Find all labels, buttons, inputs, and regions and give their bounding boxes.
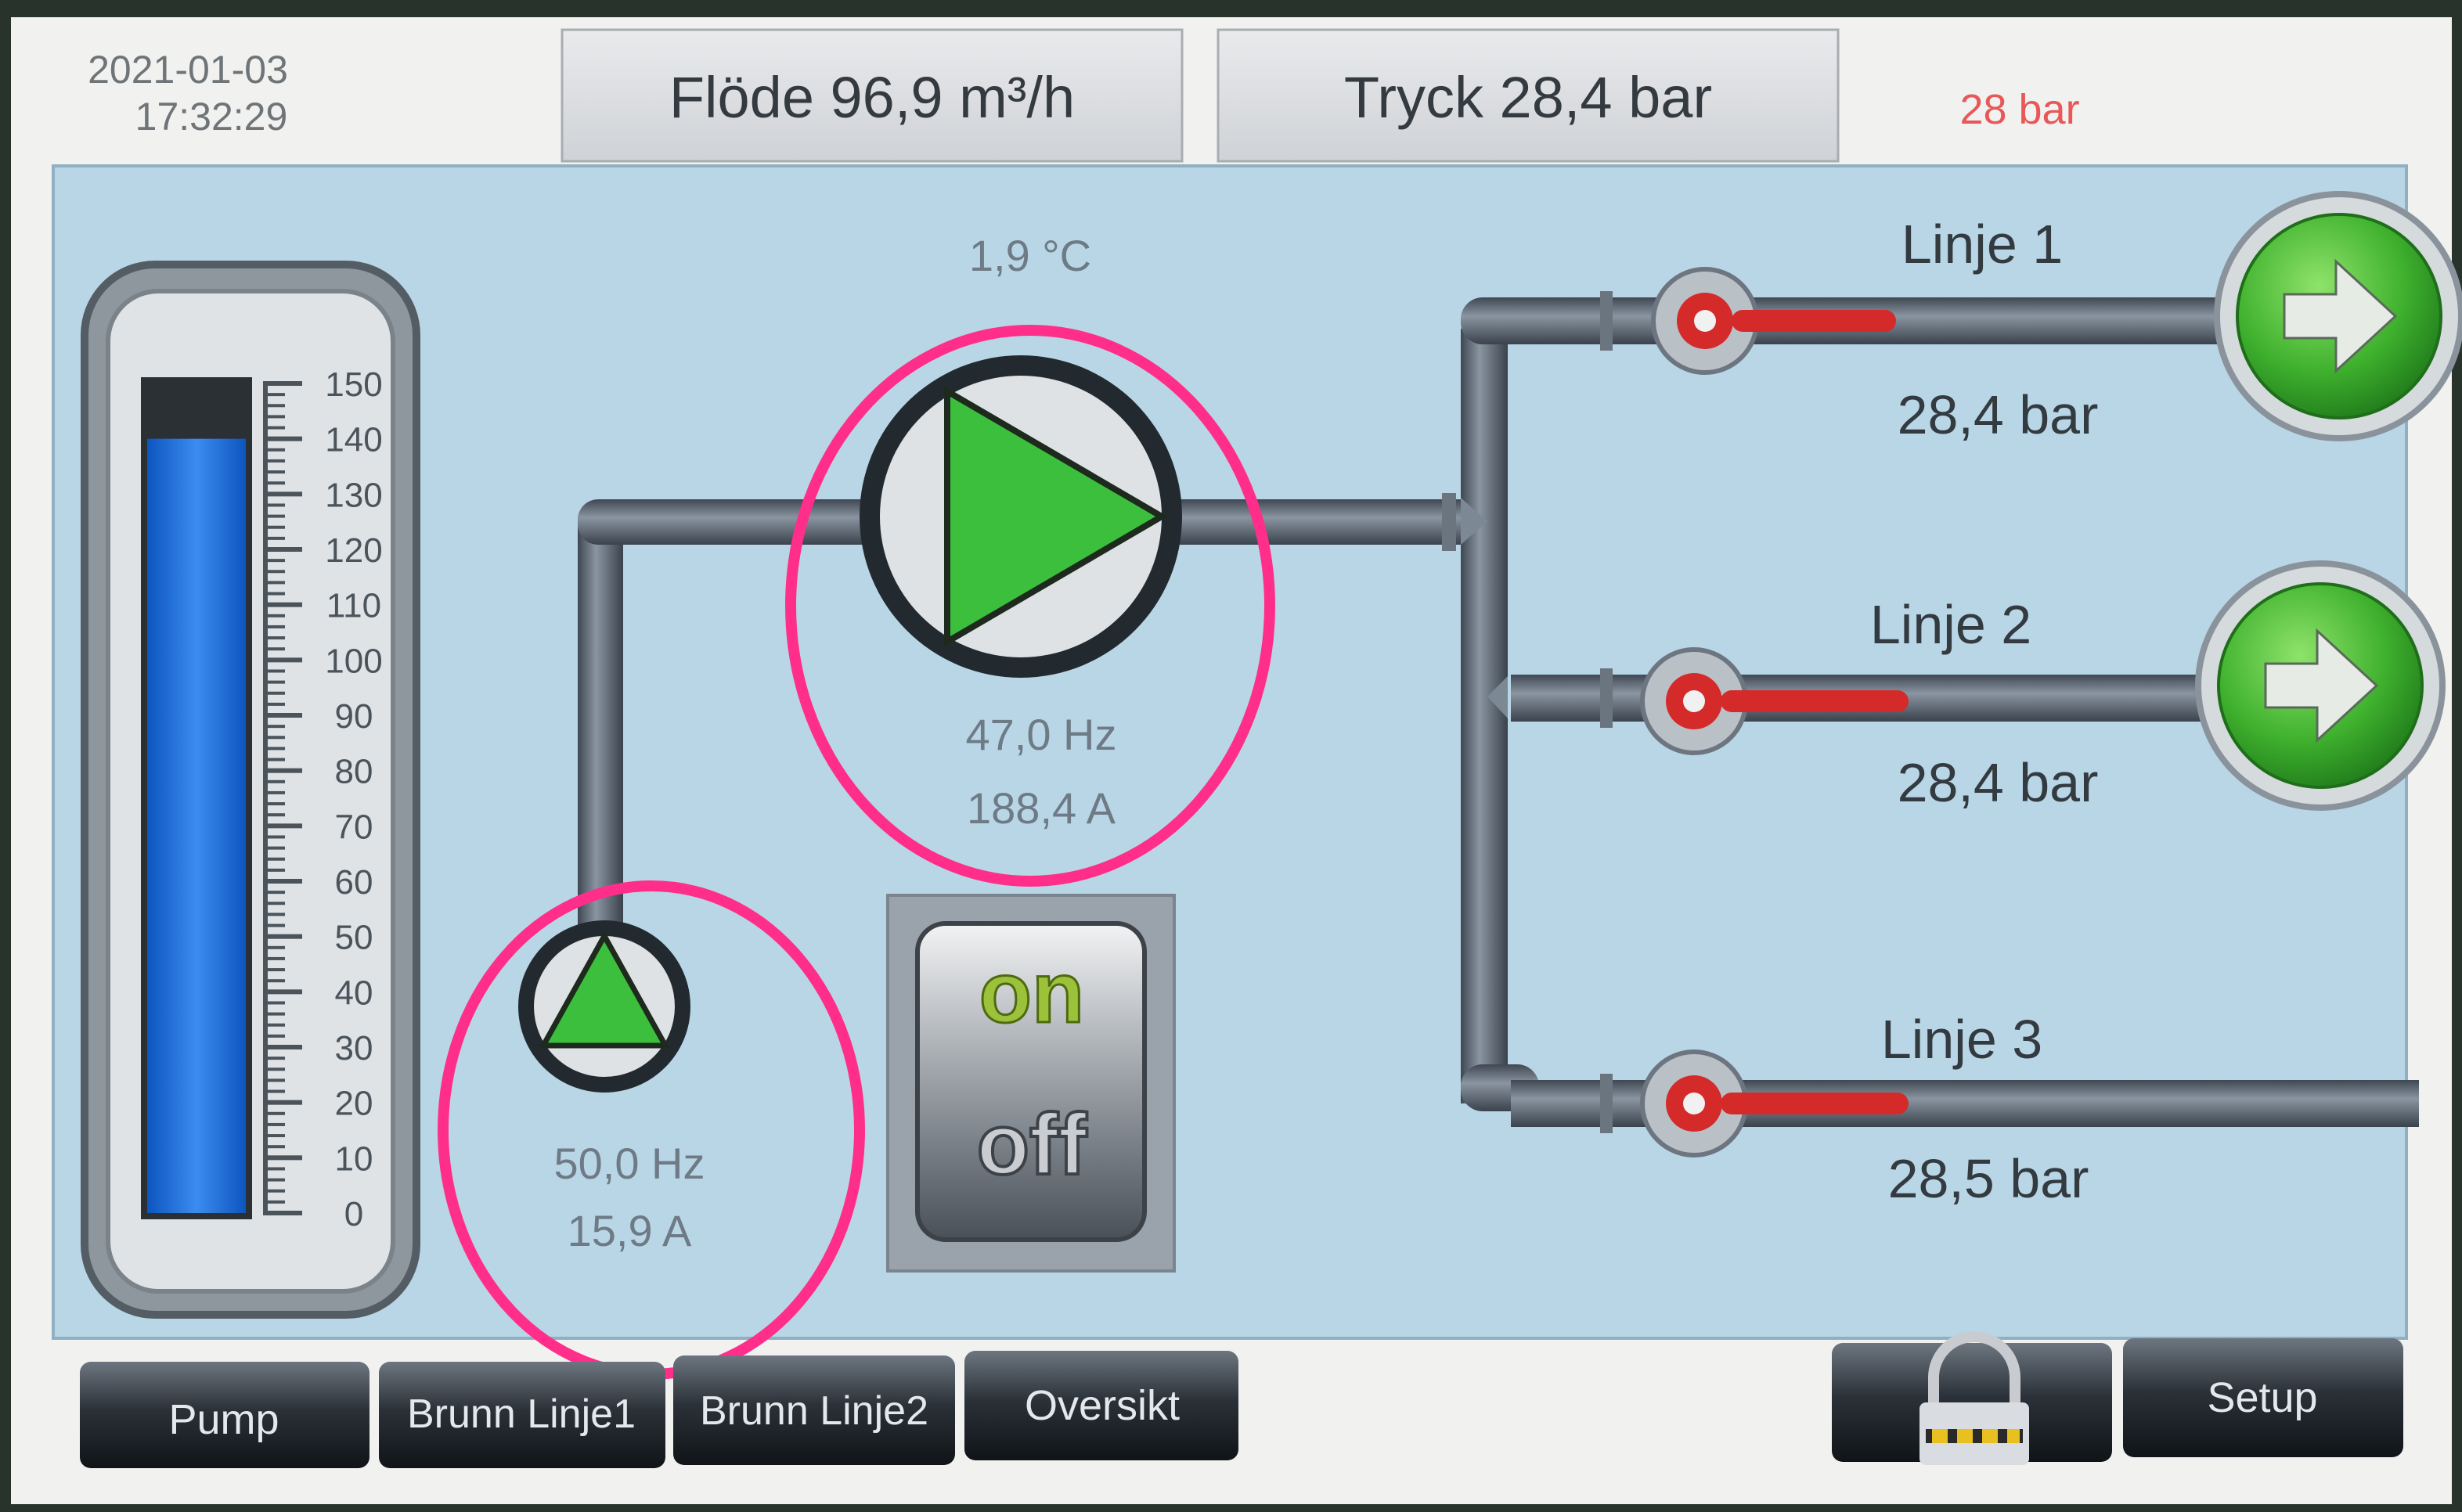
switch-off-label[interactable]: off [975,1095,1089,1194]
main-pump-temperature: 1,9 °C [969,231,1091,280]
valve-3-handle[interactable] [1721,1093,1909,1114]
line-2-label: Linje 2 [1870,594,2031,655]
tank-scale-label: 80 [335,753,373,791]
tank-scale-label: 40 [335,974,373,1012]
tank-scale-label: 50 [335,919,373,957]
main-pump-frequency: 47,0 Hz [966,710,1117,759]
tank-scale-label: 140 [325,421,382,459]
tab-brunn-linje1-label: Brunn Linje1 [407,1391,636,1437]
hmi-screen: 2021-01-03 17:32:29 Flöde 96,9 m³/h Tryc… [0,0,2462,1512]
header-date: 2021-01-03 [88,48,288,92]
well-pump-frequency: 50,0 Hz [554,1139,705,1188]
tank-scale-major-tick [263,1211,302,1215]
pressure-setpoint[interactable]: 28 bar [1959,86,2079,133]
tab-brunn-linje2-label: Brunn Linje2 [700,1388,928,1434]
tank-scale-label: 10 [335,1139,373,1178]
tank-scale-label: 20 [335,1085,373,1123]
setup-button[interactable]: Setup [2123,1338,2403,1457]
tank-water-fill [147,438,246,1213]
line-1-go-button[interactable] [2214,191,2462,441]
tank-scale-label: 130 [325,476,382,514]
line-1-pressure: 28,4 bar [1898,384,2099,445]
tank-scale-major-tick [263,1100,302,1105]
tank-scale-major-tick [263,713,302,718]
tank-scale-label: 150 [325,365,382,404]
tank-scale-major-tick [263,1045,302,1049]
line-2-go-button[interactable] [2195,560,2446,811]
tank-scale-label: 30 [335,1029,373,1067]
lock-button[interactable] [1832,1331,2112,1465]
tank-scale-major-tick [263,1155,302,1161]
tab-pump[interactable]: Pump [80,1362,369,1468]
main-pump-current: 188,4 A [967,783,1116,833]
tank-scale-major-tick [263,491,302,497]
flow-readout: Flöde 96,9 m³/h [669,65,1075,130]
header-time: 17:32:29 [135,95,288,139]
tank-scale-label: 60 [335,863,373,902]
tank-scale-major-tick [263,768,302,773]
tank-scale-major-tick [263,989,302,995]
on-off-switch[interactable]: on off [886,894,1176,1273]
tank-scale-spine [263,383,268,1213]
well-pump-current: 15,9 A [568,1206,692,1255]
line-3-label: Linje 3 [1881,1009,2042,1070]
setup-button-label: Setup [2207,1374,2317,1421]
tab-oversikt-label: Oversikt [1025,1382,1180,1429]
valve-2-handle[interactable] [1721,690,1909,712]
tank-scale-major-tick [263,547,302,552]
tab-brunn-linje1[interactable]: Brunn Linje1 [379,1362,665,1468]
tab-pump-label: Pump [168,1396,279,1443]
tank-scale-major-tick [263,381,302,386]
tank-scale-label: 110 [326,587,381,625]
tank-scale-label: 120 [325,531,382,570]
tank-scale-major-tick [263,823,302,829]
line-3-pressure: 28,5 bar [1888,1148,2089,1209]
tab-brunn-linje2[interactable]: Brunn Linje2 [673,1355,955,1465]
valve-1-handle[interactable] [1732,310,1896,332]
tank-scale-major-tick [263,934,302,939]
tank-scale-label: 90 [335,697,373,736]
tank-scale-label: 100 [325,642,382,680]
tank-scale-label: 70 [335,808,373,846]
tank-scale-major-tick [263,436,302,441]
line-2-pressure: 28,4 bar [1898,752,2099,813]
line-1-label: Linje 1 [1901,214,2063,275]
switch-on-label[interactable]: on [978,944,1085,1042]
pressure-readout: Tryck 28,4 bar [1344,65,1712,130]
tank-scale-major-tick [263,657,302,663]
tank-scale-major-tick [263,602,302,607]
tank-scale-major-tick [263,879,302,884]
tank-scale-label: 0 [344,1195,363,1233]
tab-oversikt[interactable]: Oversikt [964,1351,1238,1460]
tank-level-gauge: 1501401301201101009080706050403020100 [81,261,420,1319]
